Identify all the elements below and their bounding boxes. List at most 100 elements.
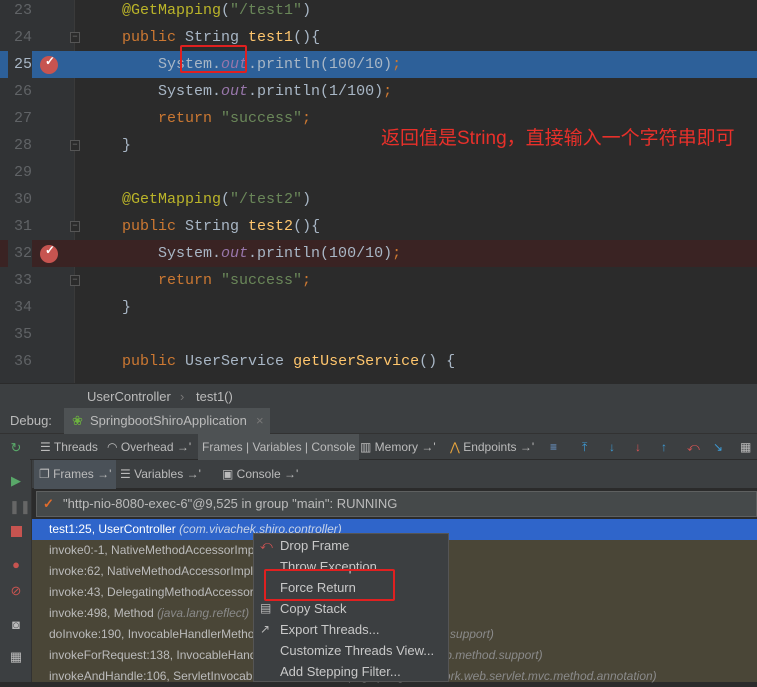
frame-method: invoke:498, Method — [49, 606, 158, 620]
code-line[interactable]: 33 − return "success"; — [0, 267, 757, 294]
camera-icon[interactable]: ◙ — [9, 618, 23, 632]
menu-item-label: Drop Frame — [280, 538, 350, 553]
return-type-highlight — [180, 45, 247, 73]
chevron-right-icon: › — [180, 389, 185, 404]
line-number: 25 — [8, 51, 32, 78]
line-number: 33 — [13, 272, 32, 289]
debug-session-label: SpringbootShiroApplication — [90, 413, 247, 428]
line-number: 34 — [13, 299, 32, 316]
code-token: test1 — [248, 29, 294, 46]
memory-icon: ▥ — [360, 440, 375, 454]
code-line[interactable]: 24 − public String test1(){ — [0, 24, 757, 51]
code-token: "/test2" — [230, 191, 303, 208]
code-token: ; — [392, 56, 402, 73]
view-breakpoints-icon[interactable]: ● — [9, 558, 23, 572]
subtab-variables[interactable]: ☰ Variables →' — [115, 460, 206, 489]
code-line[interactable]: 36 public UserService getUserService() { — [0, 348, 757, 375]
code-token: ; — [392, 245, 402, 262]
subtab-frames[interactable]: ❐ Frames →' — [34, 460, 117, 489]
fold-icon[interactable]: − — [70, 140, 80, 151]
code-token: String — [185, 218, 249, 235]
code-token: ; — [302, 110, 312, 127]
code-token: ( — [221, 191, 231, 208]
evaluate-expression-icon[interactable]: ▦ — [736, 434, 755, 460]
subtab-console[interactable]: ▣ Console →' — [217, 460, 303, 489]
mute-breakpoints-icon[interactable]: ⊘ — [9, 584, 23, 598]
menu-item-label: Customize Threads View... — [280, 643, 435, 658]
code-token: .println(1/100) — [248, 83, 384, 100]
variables-icon: ☰ — [120, 467, 135, 481]
layout-icon[interactable]: ▦ — [9, 650, 23, 664]
debug-session-tab[interactable]: ❀ SpringbootShiroApplication × — [64, 408, 270, 434]
export-icon: ↗ — [260, 622, 271, 636]
menu-item-add-stepping-filter[interactable]: Add Stepping Filter... — [254, 661, 448, 682]
stop-icon[interactable] — [11, 526, 22, 537]
drop-frame-icon[interactable]: ⤺ — [683, 434, 704, 460]
close-icon[interactable]: × — [256, 408, 264, 434]
code-line[interactable]: 31 − public String test2(){ — [0, 213, 757, 240]
code-line[interactable]: 30 @GetMapping("/test2") — [0, 186, 757, 213]
code-token: (){ — [293, 218, 321, 235]
menu-item-drop-frame[interactable]: ⤺ Drop Frame — [254, 535, 448, 556]
tab-frames-variables-console[interactable]: Frames | Variables | Console — [198, 434, 360, 460]
code-line[interactable]: 23 @GetMapping("/test1") — [0, 0, 757, 24]
breakpoint-icon[interactable] — [40, 49, 58, 76]
frames-icon: ❐ — [39, 467, 54, 481]
code-token: @GetMapping — [86, 2, 222, 19]
pause-icon[interactable]: ❚❚ — [9, 500, 31, 514]
menu-item-customize-threads-view[interactable]: Customize Threads View... — [254, 640, 448, 661]
step-out-icon[interactable]: ↑ — [657, 434, 671, 460]
fold-icon[interactable]: − — [70, 32, 80, 43]
code-line[interactable]: 34 } — [0, 294, 757, 321]
line-number: 23 — [13, 2, 32, 19]
code-token: test2 — [248, 218, 294, 235]
force-step-into-icon[interactable]: ↓ — [631, 434, 645, 460]
code-text: public String test2(){ — [86, 213, 320, 240]
code-text: } — [86, 132, 131, 159]
line-number: 35 — [13, 326, 32, 343]
code-line[interactable]: 26 System.out.println(1/100); — [0, 78, 757, 105]
fold-icon[interactable]: − — [70, 275, 80, 286]
frames-subtabs: ❐ Frames →' ☰ Variables →' ▣ Console →' — [32, 460, 757, 489]
show-execution-point-icon[interactable]: ⤒ — [578, 434, 591, 460]
code-line[interactable]: 29 — [0, 159, 757, 186]
code-token: .println(100/10) — [248, 56, 393, 73]
code-token: return — [86, 110, 222, 127]
code-editor[interactable]: 2223 @GetMapping("/test1")24− public Str… — [0, 0, 757, 383]
debug-side-toolbar: ↻ ▶ ❚❚ ● ⊘ ◙ ▦ — [0, 434, 32, 682]
subtab-console-label: Console →' — [236, 467, 299, 481]
menu-icon[interactable]: ≡ — [546, 434, 561, 460]
tab-threads[interactable]: ☰ Threads — [36, 434, 102, 460]
code-line[interactable]: 35 — [0, 321, 757, 348]
endpoints-icon: ⋀ — [450, 440, 464, 454]
annotation-note: 返回值是String，直接输入一个字符串即可 — [381, 128, 735, 149]
line-number: 31 — [13, 218, 32, 235]
code-token: ; — [302, 272, 312, 289]
debug-tool-window-header: Debug: ❀ SpringbootShiroApplication × — [0, 408, 757, 434]
tab-overhead[interactable]: ◠ Overhead →' — [103, 434, 195, 460]
line-number: 24 — [13, 29, 32, 46]
code-token: getUserService — [293, 353, 420, 370]
subtab-variables-label: Variables →' — [134, 467, 201, 481]
breadcrumb-class[interactable]: UserController — [87, 384, 171, 409]
code-line[interactable]: 32 System.out.println(100/10); — [0, 238, 757, 267]
menu-item-export-threads[interactable]: ↗ Export Threads... — [254, 619, 448, 640]
line-number: 27 — [13, 110, 32, 127]
rerun-icon[interactable]: ↻ — [9, 441, 23, 455]
subtab-frames-label: Frames →' — [53, 467, 112, 481]
frame-method: invoke:62, NativeMethodAccessorImpl — [49, 564, 257, 578]
tab-memory[interactable]: ▥ Memory →' — [356, 434, 440, 460]
breadcrumb-method[interactable]: test1() — [196, 384, 233, 409]
thread-selector[interactable]: ✓ "http-nio-8080-exec-6"@9,525 in group … — [36, 491, 757, 517]
thread-label: "http-nio-8080-exec-6"@9,525 in group "m… — [63, 496, 398, 511]
step-over-icon[interactable]: ↓ — [605, 434, 619, 460]
fold-icon[interactable]: − — [70, 221, 80, 232]
code-text: return "success"; — [86, 105, 311, 132]
run-to-cursor-icon[interactable]: ↘ — [709, 434, 727, 460]
code-line[interactable]: 25 System.out.println(100/10); — [0, 49, 757, 78]
running-check-icon: ✓ — [43, 496, 54, 511]
resume-icon[interactable]: ▶ — [9, 474, 23, 488]
tab-endpoints[interactable]: ⋀ Endpoints →' — [446, 434, 538, 460]
breakpoint-icon[interactable] — [40, 238, 58, 265]
menu-item-copy-stack[interactable]: ▤ Copy Stack — [254, 598, 448, 619]
